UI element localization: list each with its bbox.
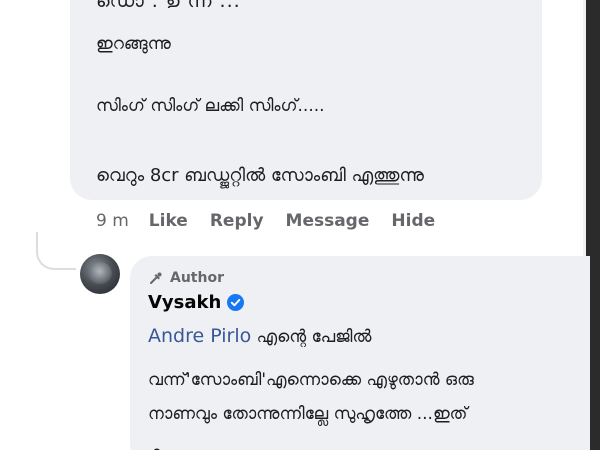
comment-text-line-1: ഇറങ്ങുന്നു: [96, 34, 171, 54]
author-badge-icon: [150, 272, 162, 284]
reply-text-line-1-rest: എന്റെ പേജിൽ: [251, 327, 372, 347]
reply-text-line-3: നാണവും തോന്നുന്നില്ലേ സുഹൃത്തേ ...ഇത്: [148, 404, 468, 424]
mention-link[interactable]: Andre Pirlo: [148, 325, 251, 347]
like-button[interactable]: Like: [149, 211, 188, 231]
comment-timestamp[interactable]: 9 m: [96, 211, 129, 231]
author-name[interactable]: Vysakh: [148, 292, 221, 313]
comment-text-line-2: സിംഗ് സിംഗ് ലക്കി സിംഗ്.....: [96, 96, 325, 116]
comment-thread-screenshot: ഡൊ . ഉ ന്ന ... ഇറങ്ങുന്നു സിംഗ് സിംഗ് ലക…: [0, 0, 600, 450]
reply-text-line-1: Andre Pirlo എന്റെ പേജിൽ: [148, 325, 371, 347]
reply-text-line-4: ക ....: [148, 440, 328, 450]
author-badge: Author: [148, 270, 224, 286]
comment-text-line-3: വെറും 8cr ബഡ്ജറ്റിൽ സോംബി എത്തുന്നു: [96, 165, 424, 186]
comment-actions: 9 m Like Reply Message Hide: [96, 208, 457, 234]
reply-button[interactable]: Reply: [210, 211, 264, 231]
reply-thread-line: [36, 232, 76, 270]
reply-author: Vysakh: [148, 292, 245, 313]
message-button[interactable]: Message: [286, 211, 370, 231]
hide-button[interactable]: Hide: [391, 211, 435, 231]
author-badge-label: Author: [170, 270, 224, 286]
reply-text-line-2: വന്ന്'സോംബി'എന്നൊക്കെ എഴുതാൻ ഒരു: [148, 370, 474, 390]
avatar[interactable]: [80, 254, 120, 294]
comment-cut-line: ഡൊ . ഉ ന്ന ...: [96, 0, 516, 8]
verified-badge-icon: [227, 294, 245, 311]
